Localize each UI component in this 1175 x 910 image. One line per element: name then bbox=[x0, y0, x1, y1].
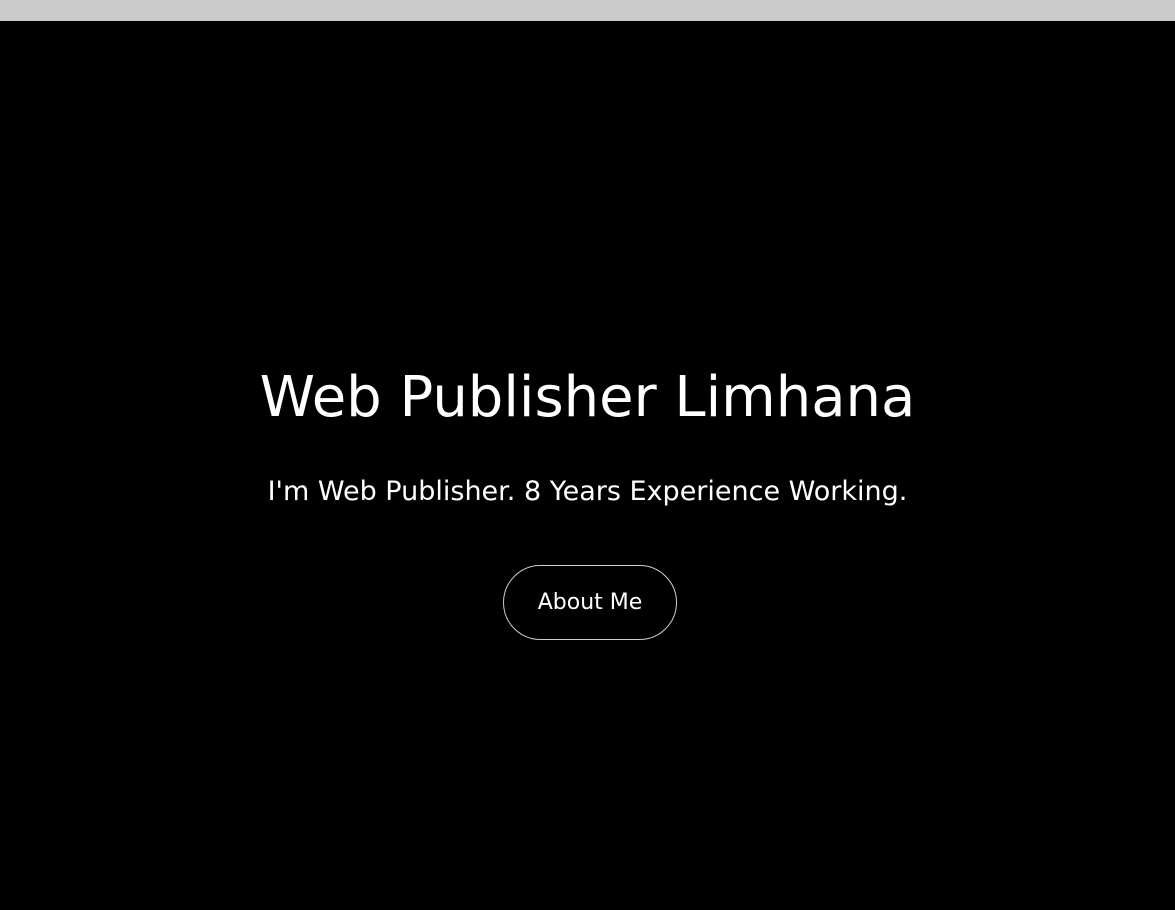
hero-subtitle: I'm Web Publisher. 8 Years Experience Wo… bbox=[267, 476, 908, 507]
about-me-button[interactable]: About Me bbox=[503, 565, 677, 640]
browser-top-bar bbox=[0, 0, 1175, 21]
hero-section bbox=[0, 21, 1175, 910]
hero-title: Web Publisher Limhana bbox=[259, 365, 916, 430]
